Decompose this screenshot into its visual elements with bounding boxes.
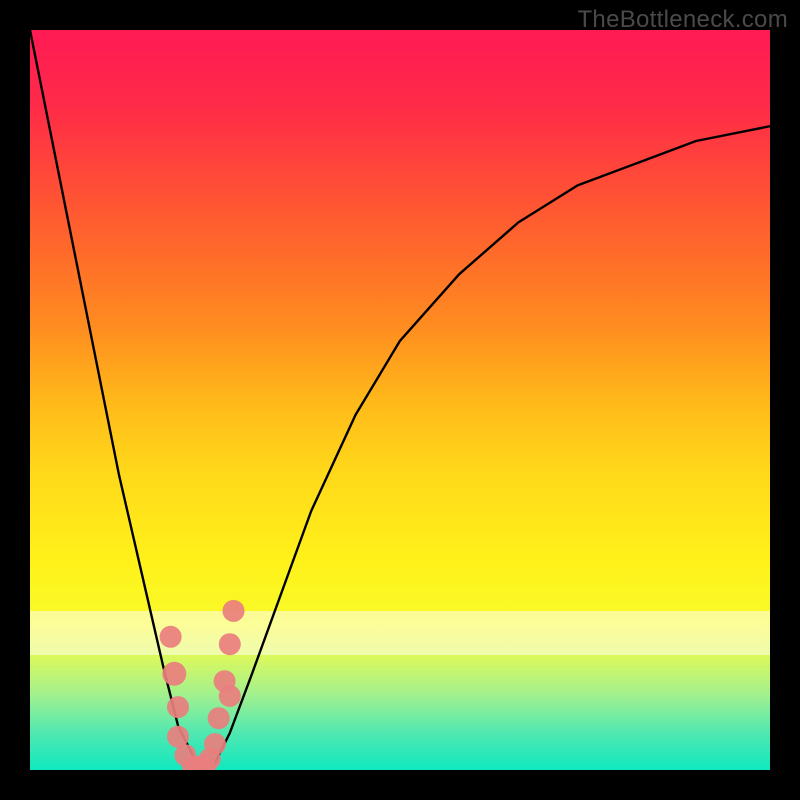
plot-area <box>30 30 770 770</box>
cluster-point <box>223 600 245 622</box>
chart-frame: TheBottleneck.com <box>0 0 800 800</box>
cluster-point <box>167 696 189 718</box>
cluster-point <box>160 626 182 648</box>
watermark-text: TheBottleneck.com <box>577 6 788 34</box>
cluster-point <box>204 733 226 755</box>
curve-layer <box>30 30 770 770</box>
cluster-point <box>219 633 241 655</box>
cluster-point <box>208 707 230 729</box>
cluster-point <box>219 685 241 707</box>
cluster-point <box>162 662 186 686</box>
bottleneck-curve <box>30 30 770 770</box>
